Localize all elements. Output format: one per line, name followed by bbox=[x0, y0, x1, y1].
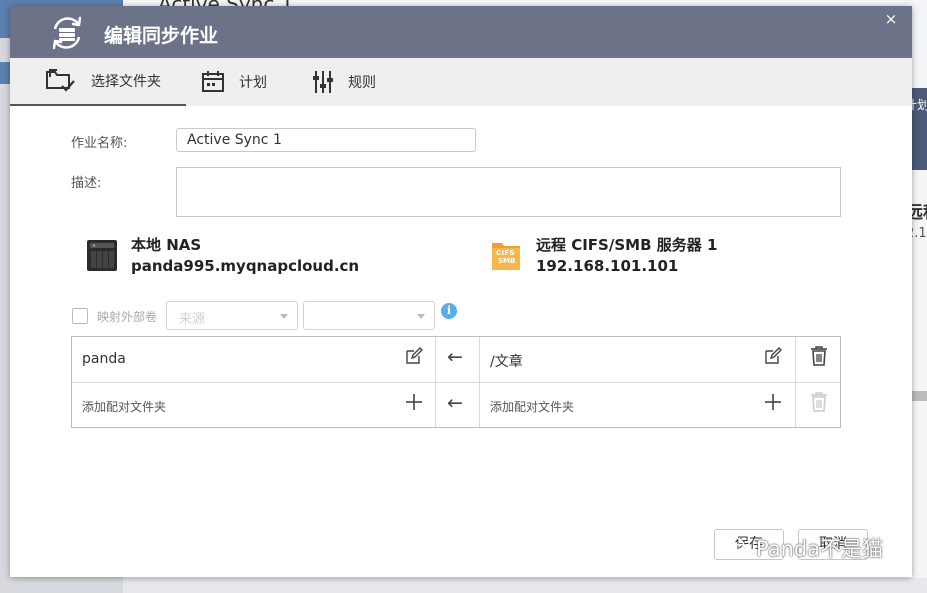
tab-rules[interactable]: 规则 bbox=[312, 58, 402, 106]
column-divider bbox=[795, 337, 796, 427]
map-external-row: 映射外部卷 bbox=[72, 300, 157, 332]
direction-arrow-icon: ← bbox=[447, 346, 463, 368]
column-divider bbox=[479, 337, 480, 427]
dialog-header: 编辑同步作业 × bbox=[10, 6, 912, 58]
edit-icon[interactable] bbox=[405, 347, 423, 365]
job-name-label: 作业名称: bbox=[71, 136, 128, 151]
map-external-checkbox[interactable] bbox=[72, 308, 88, 324]
column-divider bbox=[435, 337, 436, 427]
local-endpoint-text: 本地 NAS panda995.myqnapcloud.cn bbox=[131, 235, 359, 277]
source-select-value: 来源 bbox=[179, 312, 206, 327]
map-external-label: 映射外部卷 bbox=[97, 309, 158, 324]
trash-icon[interactable] bbox=[810, 346, 828, 366]
direction-arrow-icon: ← bbox=[447, 392, 463, 414]
plus-icon[interactable] bbox=[764, 393, 782, 411]
tab-label: 计划 bbox=[239, 75, 267, 91]
job-name-input[interactable] bbox=[176, 128, 476, 152]
watermark: Panda不是猫 bbox=[722, 533, 883, 563]
volume-select[interactable] bbox=[303, 301, 435, 330]
chevron-down-icon bbox=[417, 314, 425, 319]
plus-icon[interactable] bbox=[405, 393, 423, 411]
remote-endpoint-text: 远程 CIFS/SMB 服务器 1 192.168.101.101 bbox=[536, 235, 717, 277]
edit-sync-job-dialog: 编辑同步作业 × 选择文件夹 计划 规则 作业名称: Active Sync 1… bbox=[10, 6, 912, 577]
description-input[interactable] bbox=[176, 167, 841, 217]
cifs-badge-line2: SMB bbox=[498, 257, 516, 265]
folder-pair-table: panda ← /文章 添加配对文件夹 ← 添加配对文件夹 bbox=[71, 336, 841, 428]
sync-logo-icon bbox=[52, 16, 82, 50]
nas-device-icon bbox=[87, 240, 117, 271]
tab-bar: 选择文件夹 计划 规则 bbox=[10, 58, 912, 106]
cifs-badge-line1: CIFS bbox=[496, 249, 515, 257]
info-icon[interactable]: i bbox=[441, 303, 457, 319]
trash-icon-disabled bbox=[811, 392, 827, 412]
add-pair-folder-local[interactable]: 添加配对文件夹 bbox=[82, 398, 166, 415]
tab-label: 选择文件夹 bbox=[91, 74, 161, 90]
cifs-smb-folder-icon: CIFS SMB bbox=[491, 238, 521, 272]
source-select[interactable]: 来源 bbox=[166, 301, 298, 330]
local-folder-path: panda bbox=[82, 351, 126, 367]
add-pair-folder-remote[interactable]: 添加配对文件夹 bbox=[490, 398, 574, 415]
remote-address: 192.168.101.101 bbox=[536, 257, 679, 275]
remote-endpoint: CIFS SMB 远程 CIFS/SMB 服务器 1 192.168.101.1… bbox=[491, 235, 717, 277]
filter-sliders-icon bbox=[313, 71, 333, 93]
calendar-icon bbox=[202, 71, 224, 92]
row-divider bbox=[72, 382, 840, 383]
local-address: panda995.myqnapcloud.cn bbox=[131, 257, 360, 275]
chevron-down-icon bbox=[280, 314, 288, 319]
tab-select-folder[interactable]: 选择文件夹 bbox=[10, 58, 186, 106]
watermark-text: Panda不是猫 bbox=[756, 537, 884, 561]
local-endpoint: 本地 NAS panda995.myqnapcloud.cn bbox=[86, 235, 359, 277]
background-scrollbar bbox=[912, 391, 927, 401]
tab-label: 规则 bbox=[348, 75, 376, 91]
wechat-icon bbox=[723, 537, 750, 559]
local-name: 本地 NAS bbox=[131, 236, 202, 254]
remote-folder-path: /文章 bbox=[490, 354, 523, 370]
tab-schedule[interactable]: 计划 bbox=[201, 58, 291, 106]
close-icon[interactable]: × bbox=[883, 10, 899, 28]
background-footer bbox=[123, 578, 927, 593]
folder-check-icon bbox=[46, 69, 75, 92]
description-label: 描述: bbox=[71, 176, 102, 191]
edit-icon[interactable] bbox=[764, 347, 782, 365]
dialog-title: 编辑同步作业 bbox=[104, 25, 219, 47]
remote-name: 远程 CIFS/SMB 服务器 1 bbox=[536, 236, 718, 254]
